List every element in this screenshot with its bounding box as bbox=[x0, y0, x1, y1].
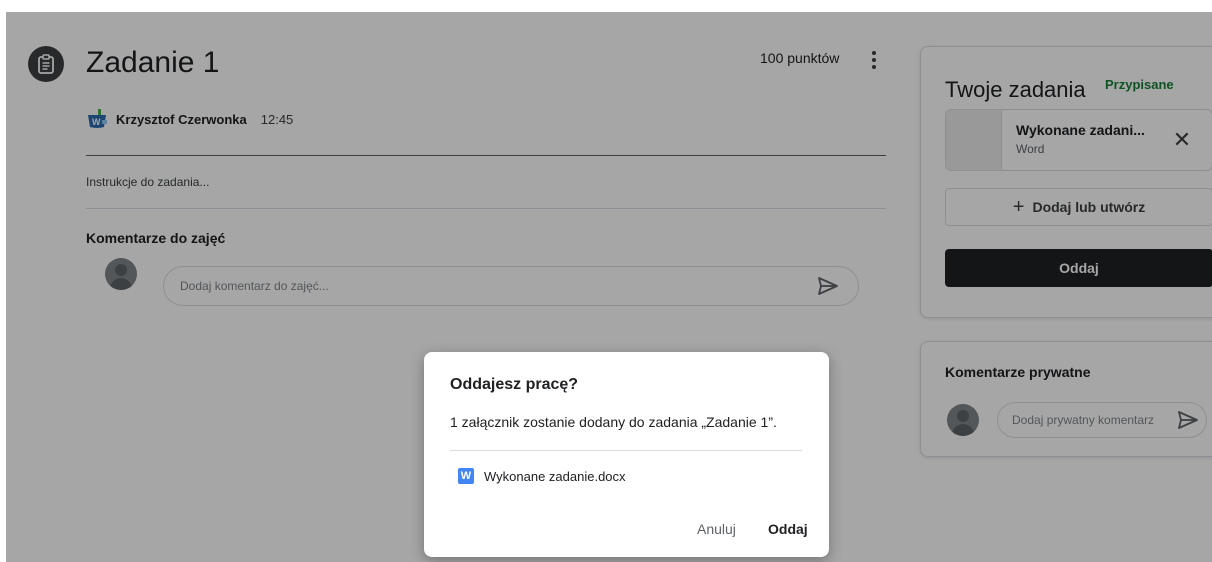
dialog-title: Oddajesz pracę? bbox=[450, 376, 579, 393]
dialog-file-item[interactable]: W Wykonane zadanie.docx bbox=[458, 468, 626, 484]
dialog-message: 1 załącznik zostanie dodany do zadania „… bbox=[450, 414, 777, 430]
confirm-submit-button[interactable]: Oddaj bbox=[768, 521, 808, 537]
dialog-divider bbox=[450, 450, 802, 451]
dialog-file-name: Wykonane zadanie.docx bbox=[484, 468, 626, 484]
word-file-icon: W bbox=[458, 468, 474, 484]
top-edge bbox=[0, 0, 1212, 12]
cancel-button[interactable]: Anuluj bbox=[697, 521, 736, 537]
submit-dialog: Oddajesz pracę? 1 załącznik zostanie dod… bbox=[424, 352, 829, 557]
